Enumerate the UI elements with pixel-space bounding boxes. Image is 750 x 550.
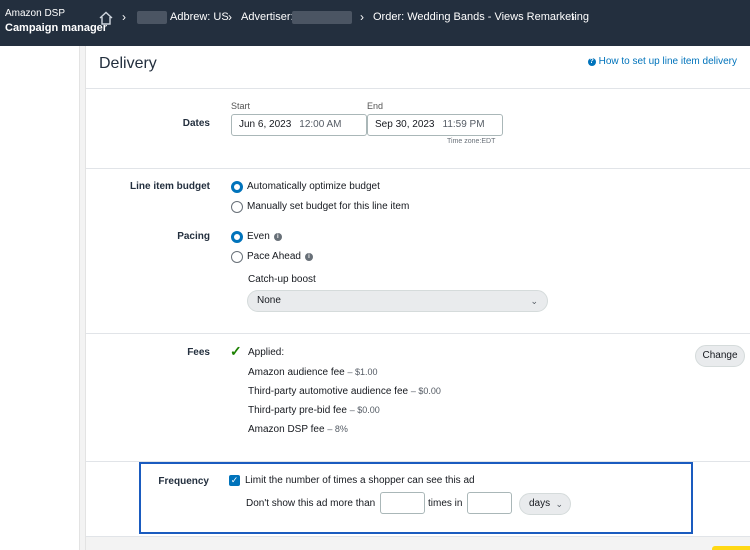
fee-item: Amazon audience fee – $1.00	[248, 367, 378, 378]
chevron-right-icon: ›	[360, 10, 364, 24]
fee-name: Third-party pre-bid fee	[248, 405, 347, 416]
pacing-ahead-label: Pace Ahead	[247, 251, 301, 262]
fee-name: Amazon audience fee	[248, 367, 345, 378]
period-unit-select[interactable]: days ⌄	[519, 493, 571, 515]
fee-amount: – $1.00	[347, 367, 378, 377]
panel-footer	[86, 536, 750, 550]
fee-item: Third-party pre-bid fee – $0.00	[248, 405, 380, 416]
chevron-right-icon: ›	[122, 10, 126, 24]
pacing-ahead-radio[interactable]	[231, 251, 243, 263]
panel-title: Delivery	[99, 55, 157, 72]
change-fees-button[interactable]: Change	[695, 345, 745, 367]
redacted-text	[292, 11, 352, 24]
help-link-label: How to set up line item delivery	[598, 56, 737, 67]
start-time: 12:00 AM	[299, 119, 342, 130]
fee-name: Amazon DSP fee	[248, 424, 325, 435]
end-date: Sep 30, 2023	[375, 119, 435, 130]
start-caption: Start	[231, 101, 251, 111]
max-impressions-input[interactable]	[380, 492, 425, 514]
fee-name: Third-party automotive audience fee	[248, 386, 409, 397]
redacted-text	[137, 11, 167, 24]
breadcrumb-account[interactable]: Adbrew: US	[170, 11, 229, 23]
brand-line1: Amazon DSP	[5, 8, 66, 19]
app-brand[interactable]: Amazon DSP Campaign manager	[5, 7, 107, 35]
breadcrumb-advertiser[interactable]: Advertiser:	[241, 11, 294, 23]
limit-frequency-label[interactable]: Limit the number of times a shopper can …	[245, 475, 475, 486]
primary-button-edge[interactable]	[712, 546, 750, 550]
catchup-boost-select[interactable]: None ⌄	[247, 290, 548, 312]
fee-amount: – 8%	[327, 424, 348, 434]
times-in-label: times in	[428, 498, 463, 509]
pacing-ahead-option[interactable]: Pace Ahead i	[247, 251, 313, 262]
info-icon[interactable]: i	[304, 253, 313, 261]
budget-manual-label[interactable]: Manually set budget for this line item	[247, 201, 409, 212]
budget-auto-radio[interactable]	[231, 181, 243, 193]
dates-label: Dates	[182, 118, 210, 129]
fee-amount: – $0.00	[349, 405, 380, 415]
chevron-down-icon: ⌄	[555, 499, 563, 509]
budget-label: Line item budget	[130, 181, 210, 192]
end-time: 11:59 PM	[442, 119, 485, 130]
breadcrumb-order[interactable]: Order: Wedding Bands - Views Remarketing	[373, 11, 589, 23]
chevron-right-icon: ›	[228, 10, 232, 24]
brand-line2: Campaign manager	[5, 22, 108, 34]
fee-amount: – $0.00	[410, 386, 441, 396]
pacing-even-radio[interactable]	[231, 231, 243, 243]
start-date: Jun 6, 2023	[239, 119, 292, 130]
period-count-input[interactable]	[467, 492, 512, 514]
budget-auto-label[interactable]: Automatically optimize budget	[247, 181, 380, 192]
chevron-right-icon: ›	[571, 10, 575, 24]
start-date-input[interactable]: Jun 6, 2023 12:00 AM	[231, 114, 367, 136]
top-navigation-bar: Amazon DSP Campaign manager › Adbrew: US…	[0, 0, 750, 46]
divider	[86, 333, 750, 334]
period-unit-value: days	[529, 498, 551, 509]
limit-frequency-checkbox[interactable]: ✓	[229, 475, 240, 486]
check-icon: ✓	[230, 343, 242, 359]
home-icon[interactable]	[98, 10, 114, 26]
end-date-input[interactable]: Sep 30, 2023 11:59 PM	[367, 114, 503, 136]
pacing-label: Pacing	[177, 231, 210, 242]
catchup-boost-value: None	[257, 295, 281, 306]
left-rail	[0, 46, 80, 550]
fee-item: Third-party automotive audience fee – $0…	[248, 386, 441, 397]
divider	[86, 88, 750, 89]
pacing-even-option[interactable]: Even i	[247, 231, 282, 242]
fees-applied: Applied:	[248, 347, 285, 358]
dont-show-label: Don't show this ad more than	[246, 498, 376, 509]
help-link[interactable]: ? How to set up line item delivery	[587, 56, 737, 67]
fee-item: Amazon DSP fee – 8%	[248, 424, 348, 435]
end-caption: End	[367, 101, 384, 111]
info-icon[interactable]: i	[273, 233, 282, 241]
chevron-down-icon: ⌄	[530, 296, 538, 306]
catchup-boost-label: Catch-up boost	[248, 274, 316, 285]
budget-manual-radio[interactable]	[231, 201, 243, 213]
help-icon: ?	[587, 58, 596, 66]
timezone-note: Time zone:EDT	[447, 138, 496, 145]
divider	[86, 168, 750, 169]
fees-label: Fees	[187, 347, 210, 358]
pacing-even-label: Even	[247, 231, 270, 242]
